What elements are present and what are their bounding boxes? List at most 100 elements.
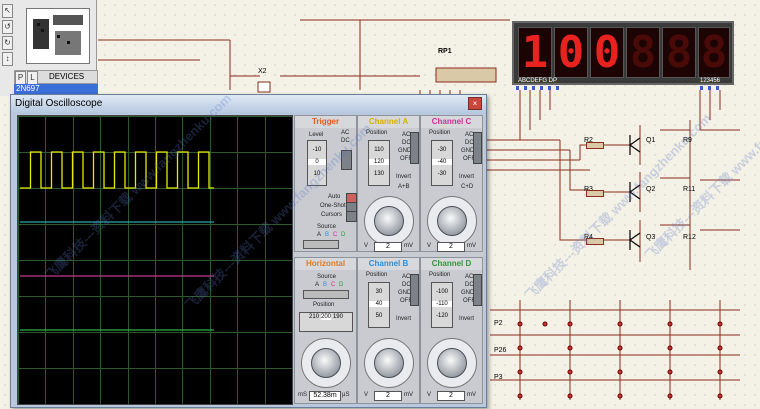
device-list-item[interactable]: 2N697	[14, 84, 98, 94]
r12-label: R12	[683, 234, 696, 241]
horizontal-pos-3: 190	[332, 314, 343, 320]
channel-b-header: Channel B	[358, 258, 419, 270]
channel-b-pos-2: 40	[369, 301, 389, 307]
channel-b-coupling-switch[interactable]	[410, 274, 419, 306]
timebase-knob[interactable]	[311, 348, 341, 378]
horizontal-header: Horizontal	[295, 258, 356, 270]
channel-b-position-dial[interactable]: 30 40 50	[368, 282, 390, 328]
horizontal-source-b[interactable]: B	[323, 282, 327, 288]
mode-button-p[interactable]: P	[15, 71, 26, 85]
channel-d-position-dial[interactable]: -100 -110 -120	[431, 282, 453, 328]
r11-label: R11	[683, 186, 696, 193]
display-digit-1: 1	[518, 27, 552, 78]
trigger-source-a[interactable]: A	[317, 232, 321, 238]
channel-c-volts-knob[interactable]	[437, 206, 467, 236]
q1-label: Q1	[646, 137, 656, 144]
trigger-source-b[interactable]: B	[325, 232, 329, 238]
channel-a-coupling-switch[interactable]	[410, 132, 419, 164]
trigger-source-label: Source	[317, 224, 337, 230]
close-button[interactable]: ×	[468, 97, 482, 110]
channel-c-pos-2: -40	[432, 159, 452, 165]
channel-a-unit-v: V	[364, 243, 369, 249]
trigger-source-c[interactable]: C	[333, 232, 337, 238]
device-panel: ↖ ↺ ↻ ↕ P L DEVICES 2N697	[0, 0, 98, 96]
channel-a-volt-div: 2	[374, 242, 402, 252]
horizontal-pos-2: 200	[320, 314, 331, 320]
channel-c-panel: Channel C Position -30 -40 -30 AC DC GND…	[420, 115, 483, 252]
resistor-r3[interactable]	[586, 190, 604, 197]
keypad-label-p2: P2	[494, 320, 503, 327]
channel-a-pos-3: 130	[373, 171, 384, 177]
display-digit-6: 8	[698, 27, 730, 78]
channel-b-volts-knob[interactable]	[374, 348, 404, 378]
channel-a-pos-2: 120	[369, 159, 389, 165]
horizontal-source-a[interactable]: A	[315, 282, 319, 288]
horizontal-pos-1: 210	[309, 314, 320, 320]
mode-button-l[interactable]: L	[27, 71, 38, 85]
channel-d-unit-mv: mV	[467, 392, 476, 398]
display-digit-4: 8	[626, 27, 660, 78]
display-pins-left: ABCDEFG DP	[518, 78, 558, 84]
channel-d-position-label: Position	[429, 272, 451, 278]
channel-c-coupling-switch[interactable]	[473, 132, 482, 164]
channel-d-pos-1: -100	[435, 289, 448, 295]
channel-b-pos-3: 50	[375, 313, 383, 319]
display-digit-5: 8	[662, 27, 696, 78]
oscilloscope-title-bar[interactable]: Digital Oscilloscope	[11, 95, 486, 112]
trigger-level-value-1: -10	[312, 147, 322, 153]
horizontal-source-c[interactable]: C	[331, 282, 335, 288]
horizontal-source-d[interactable]: D	[339, 282, 343, 288]
channel-d-invert-label: Invert	[459, 316, 475, 322]
keypad-label-p3: P3	[494, 374, 503, 381]
channel-c-pos-3: -30	[437, 171, 447, 177]
display-digit-2: 0	[554, 27, 588, 78]
channel-d-unit-v: V	[427, 392, 432, 398]
channel-c-volt-div: 2	[437, 242, 465, 252]
channel-a-unit-mv: mV	[404, 243, 413, 249]
horizontal-position-dial[interactable]: 210 200 190	[299, 312, 353, 332]
channel-a-sum-label: A+B	[398, 184, 410, 190]
seven-segment-display[interactable]: 1 0 0 8 8 8	[512, 21, 734, 85]
channel-d-pos-3: -120	[435, 313, 448, 319]
channel-d-header: Channel D	[421, 258, 482, 270]
channel-c-unit-mv: mV	[467, 243, 476, 249]
channel-d-coupling-switch[interactable]	[473, 274, 482, 306]
display-pins-right: 123456	[700, 78, 721, 84]
rp1-label: RP1	[438, 48, 452, 55]
channel-c-invert-label: Invert	[459, 174, 475, 180]
channel-c-position-label: Position	[429, 130, 451, 136]
timebase-unit-us: µS	[342, 392, 350, 398]
trigger-source-d[interactable]: D	[341, 232, 345, 238]
channel-c-header: Channel C	[421, 116, 482, 128]
channel-d-pos-2: -110	[432, 301, 452, 307]
channel-b-invert-label: Invert	[396, 316, 412, 322]
trigger-mode-oneshot: One-Shot	[320, 203, 346, 209]
device-mode-bar: P L DEVICES	[14, 70, 98, 85]
trace-channel-a	[20, 151, 214, 189]
component-preview	[26, 8, 90, 64]
trigger-source-slider[interactable]	[303, 240, 339, 249]
cursors-button[interactable]	[346, 211, 357, 222]
channel-d-volt-div: 2	[437, 391, 465, 401]
trigger-mode-cursors: Cursors	[321, 212, 343, 218]
channel-c-unit-v: V	[427, 243, 432, 249]
resistor-r2[interactable]	[586, 142, 604, 149]
toolbar-button-1[interactable]: ↖	[2, 4, 13, 18]
horizontal-source-slider[interactable]	[303, 290, 349, 299]
channel-b-panel: Channel B Position 30 40 50 AC DC GND OF…	[357, 257, 420, 404]
channel-c-position-dial[interactable]: -30 -40 -30	[431, 140, 453, 186]
channel-a-invert-label: Invert	[396, 174, 412, 180]
trigger-mode-auto: Auto	[328, 194, 341, 200]
channel-b-unit-mv: mV	[404, 392, 413, 398]
toolbar-button-2[interactable]: ↺	[2, 20, 13, 34]
toolbar-button-3[interactable]: ↻	[2, 36, 13, 50]
devices-label: DEVICES	[49, 72, 85, 81]
channel-c-sum-label: C+D	[461, 184, 474, 190]
channel-a-position-dial[interactable]: 110 120 130	[368, 140, 390, 186]
trigger-header: Trigger	[295, 116, 356, 128]
channel-a-volts-knob[interactable]	[374, 206, 404, 236]
channel-d-volts-knob[interactable]	[437, 348, 467, 378]
chip-preview-icon	[33, 15, 83, 55]
toolbar-button-4[interactable]: ↕	[2, 52, 13, 66]
display-digit-3: 0	[590, 27, 624, 78]
